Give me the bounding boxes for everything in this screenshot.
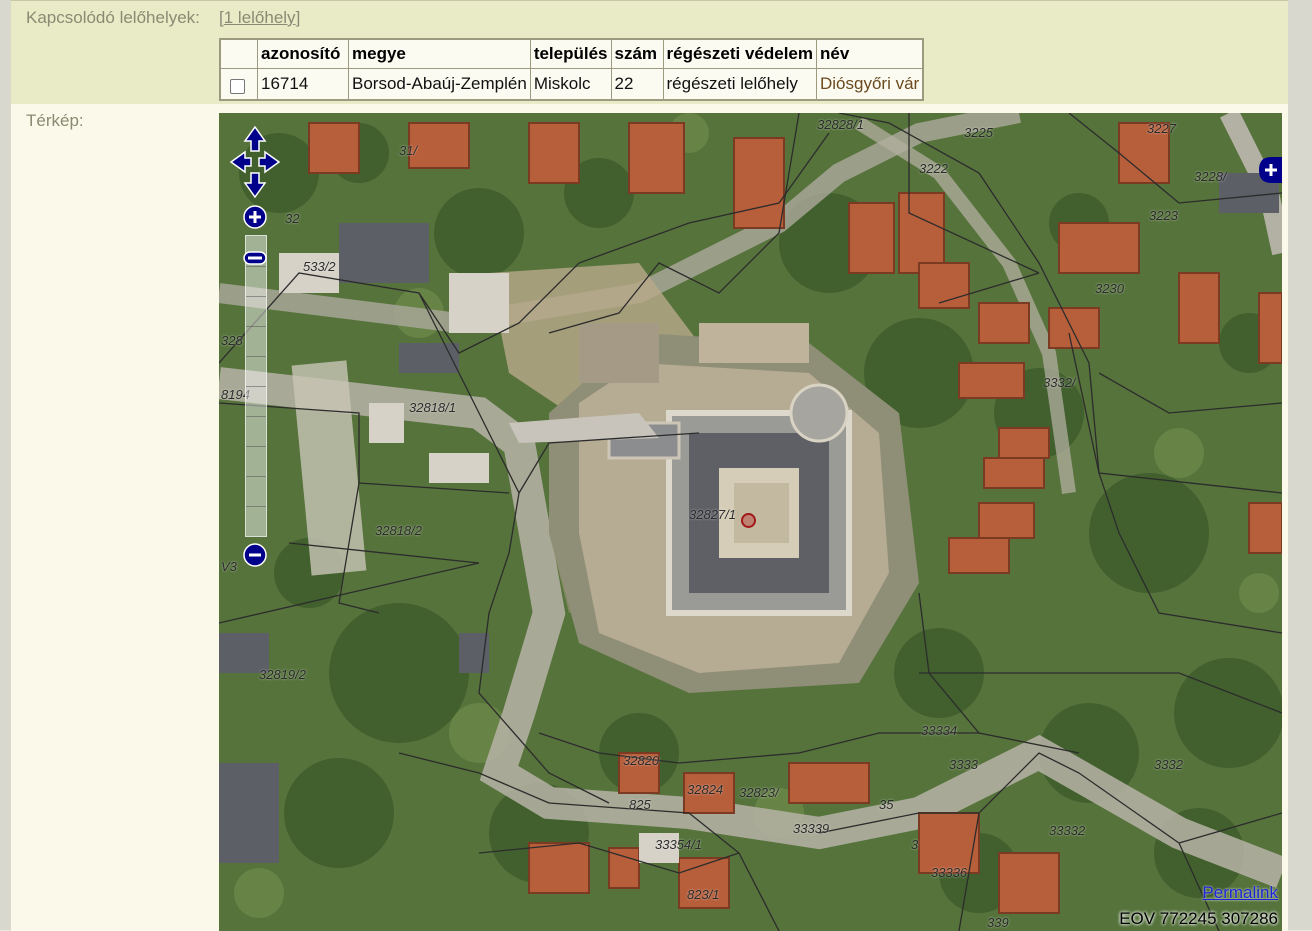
parcel-label: 33336	[931, 865, 968, 880]
cell-vedelem: régészeti lelőhely	[662, 68, 817, 101]
column-header: település	[529, 38, 612, 69]
related-sites-count: [1 lelőhely]	[219, 8, 300, 28]
parcel-label: 825	[629, 797, 651, 812]
parcel-label: 31/	[399, 143, 418, 158]
parcel-label: 35	[879, 797, 894, 812]
related-sites-section: Kapcsolódó lelőhelyek: [1 lelőhely] azon…	[11, 1, 1288, 104]
parcel-label: 33334	[921, 723, 958, 738]
column-header: régészeti védelem	[662, 38, 817, 69]
zoom-slider-track[interactable]	[245, 235, 267, 537]
related-sites-link[interactable]: 1 lelőhely	[224, 8, 296, 27]
parcel-label: 33339	[793, 821, 830, 836]
pan-arrows-icon[interactable]	[229, 125, 281, 199]
layer-switcher-icon[interactable]	[1259, 157, 1282, 183]
site-marker-icon[interactable]	[741, 513, 756, 528]
page-margin-left	[0, 0, 11, 930]
parcel-label: 3225	[964, 125, 993, 140]
parcel-label: 3228/	[1194, 169, 1227, 184]
parcel-label: 3222	[919, 161, 948, 176]
table-row: 16714 Borsod-Abaúj-Zemplén Miskolc 22 ré…	[219, 68, 924, 101]
parcel-label: 823/1	[687, 887, 720, 902]
cell-nev: Diósgyőri vár	[815, 68, 924, 101]
page-margin-right	[1288, 0, 1312, 930]
parcel-label: 3227	[1147, 121, 1176, 136]
parcel-label: 32824	[687, 782, 724, 797]
column-header: azonosító	[257, 38, 349, 69]
column-header: név	[815, 38, 924, 69]
parcel-label: 32820	[623, 753, 660, 768]
parcel-label: 33332	[1049, 823, 1086, 838]
parcel-label: 3	[911, 837, 919, 852]
parcel-label: 3230	[1095, 281, 1124, 296]
parcel-label: 32818/2	[375, 523, 422, 538]
table-header-row: azonosító megye település szám régészeti…	[219, 38, 924, 69]
row-checkbox[interactable]	[230, 79, 245, 94]
parcel-label: 32818/1	[409, 400, 456, 415]
parcel-label: 32827/1	[689, 507, 736, 522]
parcel-label: 3332/	[1043, 375, 1076, 390]
column-header: szám	[610, 38, 664, 69]
site-name-link[interactable]: Diósgyőri vár	[820, 74, 919, 93]
parcel-label: 3333	[949, 757, 978, 772]
map-viewport[interactable]: 32828/1 31/ 3225 3222 3227 3228/ 3223 32…	[219, 113, 1282, 931]
cell-telepules: Miskolc	[529, 68, 612, 101]
parcel-label: 3223	[1149, 208, 1178, 223]
column-header: megye	[348, 38, 531, 69]
zoom-in-icon[interactable]	[243, 205, 267, 229]
parcel-label: 32828/1	[817, 117, 864, 132]
related-sites-label: Kapcsolódó lelőhelyek:	[26, 8, 200, 27]
related-sites-table: azonosító megye település szám régészeti…	[219, 38, 925, 101]
parcel-label: 533/2	[303, 259, 336, 274]
cell-azonosito: 16714	[257, 68, 349, 101]
select-column-header	[219, 38, 258, 69]
zoom-bar	[243, 205, 267, 567]
parcel-label: 3332	[1154, 757, 1183, 772]
parcel-label: 339	[987, 915, 1009, 930]
parcel-label: 32819/2	[259, 667, 306, 682]
permalink-link[interactable]: Permalink	[1202, 883, 1278, 903]
select-cell	[219, 68, 258, 101]
cell-megye: Borsod-Abaúj-Zemplén	[348, 68, 531, 101]
zoom-out-icon[interactable]	[243, 543, 267, 567]
parcel-label: 33354/1	[655, 837, 702, 852]
parcel-label: 32823/	[739, 785, 779, 800]
parcel-label: 328	[221, 333, 243, 348]
parcel-label: V3	[221, 559, 237, 574]
map-label: Térkép:	[26, 111, 84, 130]
content-panel: Kapcsolódó lelőhelyek: [1 lelőhely] azon…	[11, 0, 1288, 931]
coordinate-readout: EOV 772245 307286	[1119, 909, 1278, 928]
parcel-label: 32	[285, 211, 300, 226]
cell-szam: 22	[610, 68, 664, 101]
zoom-slider-handle[interactable]	[243, 251, 267, 265]
bracket-close: ]	[295, 8, 301, 27]
